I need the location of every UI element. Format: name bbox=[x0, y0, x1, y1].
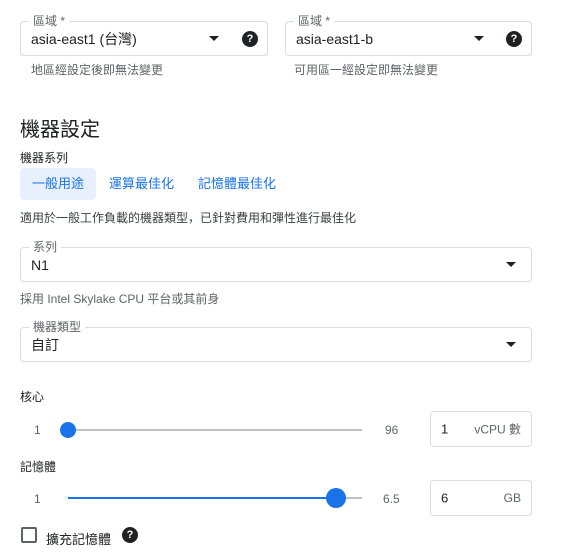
zone-select[interactable]: 區域 * asia-east1-b ? bbox=[285, 14, 532, 56]
cores-slider[interactable] bbox=[60, 414, 370, 446]
tab-memory-optimized[interactable]: 記憶體最佳化 bbox=[186, 168, 288, 200]
region-label: 區域 * bbox=[29, 14, 70, 28]
cores-max: 96 bbox=[385, 423, 399, 437]
cores-unit: vCPU 數 bbox=[474, 422, 521, 437]
zone-hint: 可用區一經設定即無法變更 bbox=[294, 63, 439, 77]
region-hint: 地區經設定後即無法變更 bbox=[31, 63, 164, 77]
cores-input[interactable]: 1 vCPU 數 bbox=[430, 411, 532, 447]
region-select[interactable]: 區域 * asia-east1 (台灣) ? bbox=[20, 14, 268, 56]
memory-input[interactable]: 6 GB bbox=[430, 480, 532, 516]
tab-compute-optimized[interactable]: 運算最佳化 bbox=[97, 168, 186, 200]
machine-type-label: 機器類型 bbox=[29, 320, 86, 334]
cores-min: 1 bbox=[34, 423, 41, 437]
machine-type-select[interactable]: 機器類型 自訂 bbox=[20, 320, 532, 362]
series-hint: 採用 Intel Skylake CPU 平台或其前身 bbox=[20, 292, 220, 306]
help-icon[interactable]: ? bbox=[506, 30, 522, 47]
extend-memory-label[interactable]: 擴充記憶體 bbox=[46, 529, 111, 548]
memory-min: 1 bbox=[34, 492, 41, 506]
cores-value: 1 bbox=[441, 421, 449, 437]
series-value: N1 bbox=[31, 256, 49, 273]
region-value: asia-east1 (台灣) bbox=[31, 30, 137, 47]
memory-slider[interactable] bbox=[60, 482, 370, 514]
zone-label: 區域 * bbox=[294, 14, 335, 28]
memory-slider-fill bbox=[68, 497, 335, 499]
memory-slider-thumb[interactable] bbox=[326, 488, 346, 508]
memory-unit: GB bbox=[503, 491, 521, 505]
memory-max: 6.5 bbox=[383, 492, 400, 506]
help-icon[interactable]: ? bbox=[242, 30, 258, 47]
cores-slider-track bbox=[68, 429, 362, 431]
machine-family-description: 適用於一般工作負載的機器類型，已針對費用和彈性進行最佳化 bbox=[20, 211, 357, 225]
caret-down-icon bbox=[506, 261, 516, 267]
series-label: 系列 bbox=[29, 240, 62, 254]
machine-type-value: 自訂 bbox=[31, 336, 59, 353]
memory-label: 記憶體 bbox=[20, 460, 57, 474]
section-title: 機器設定 bbox=[20, 119, 100, 141]
help-icon[interactable]: ? bbox=[122, 527, 138, 543]
series-select[interactable]: 系列 N1 bbox=[20, 240, 532, 282]
cores-label: 核心 bbox=[20, 390, 45, 404]
tab-general-purpose[interactable]: 一般用途 bbox=[20, 168, 97, 200]
cores-slider-thumb[interactable] bbox=[60, 422, 76, 438]
caret-down-icon bbox=[474, 35, 484, 41]
extend-memory-checkbox[interactable] bbox=[21, 527, 37, 543]
zone-value: asia-east1-b bbox=[296, 30, 374, 47]
caret-down-icon bbox=[506, 341, 516, 347]
machine-family-label: 機器系列 bbox=[20, 151, 69, 165]
memory-value: 6 bbox=[441, 490, 449, 506]
caret-down-icon bbox=[209, 35, 219, 41]
